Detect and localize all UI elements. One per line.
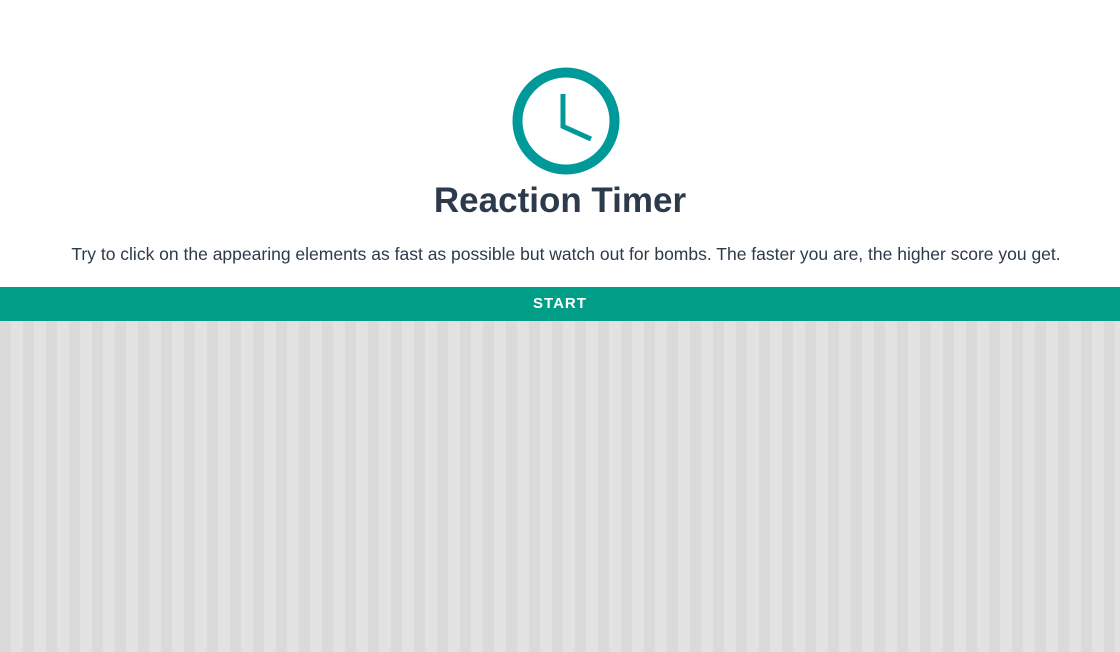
- instructions-text: Try to click on the appearing elements a…: [71, 244, 1061, 264]
- start-button[interactable]: START: [0, 287, 1120, 321]
- clock-icon: [512, 67, 620, 175]
- game-area[interactable]: [0, 321, 1120, 652]
- header: Reaction Timer Try to click on the appea…: [0, 0, 1120, 287]
- page-title: Reaction Timer: [433, 181, 687, 220]
